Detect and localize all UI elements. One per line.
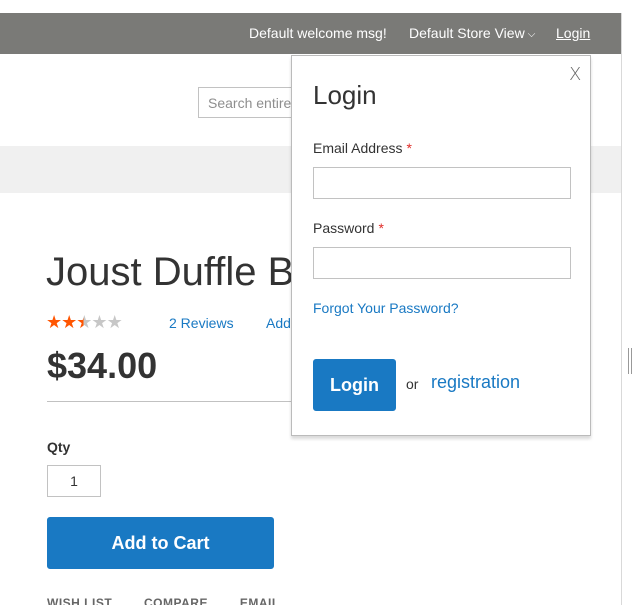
password-label-text: Password xyxy=(313,220,375,236)
page-edge-divider xyxy=(621,13,622,605)
login-link[interactable]: Login xyxy=(556,25,590,41)
email-field[interactable] xyxy=(313,167,571,199)
login-dropdown-title: Login xyxy=(313,80,377,110)
page: Default welcome msg! Default Store View ⌵… xyxy=(0,0,637,605)
password-label: Password * xyxy=(313,220,384,236)
star-empty-icon: ★ xyxy=(106,312,123,332)
product-title: Joust Duffle Bag xyxy=(46,250,296,294)
required-marker: * xyxy=(406,140,412,156)
star-empty-icon: ★ xyxy=(91,312,107,332)
product-actions: WISH LIST COMPARE EMAIL xyxy=(47,596,308,605)
login-dropdown: X Login Email Address * Password * Forgot … xyxy=(291,55,591,436)
reviews-link[interactable]: 2 Reviews xyxy=(169,315,234,331)
star-half-icon: ★ xyxy=(76,312,92,332)
compare-link[interactable]: COMPARE xyxy=(144,596,208,605)
password-field[interactable] xyxy=(313,247,571,279)
email-label-text: Email Address xyxy=(313,140,403,156)
email-link[interactable]: EMAIL xyxy=(240,596,280,605)
resize-handle[interactable] xyxy=(628,348,632,374)
store-view-switcher[interactable]: Default Store View ⌵ xyxy=(409,25,535,41)
top-bar: Default welcome msg! Default Store View ⌵… xyxy=(0,13,621,54)
add-to-cart-button[interactable]: Add to Cart xyxy=(47,517,274,569)
price-divider xyxy=(47,401,291,402)
store-view-label: Default Store View xyxy=(409,25,525,41)
add-review-link[interactable]: Add Your Review xyxy=(266,315,292,331)
registration-link[interactable]: registration xyxy=(431,372,520,393)
forgot-password-link[interactable]: Forgot Your Password? xyxy=(313,300,459,316)
welcome-message: Default welcome msg! xyxy=(249,25,387,41)
wishlist-link[interactable]: WISH LIST xyxy=(47,596,112,605)
qty-input[interactable] xyxy=(47,465,101,497)
email-label: Email Address * xyxy=(313,140,412,156)
required-marker: * xyxy=(378,220,384,236)
or-text: or xyxy=(406,376,419,392)
qty-label: Qty xyxy=(47,439,71,455)
star-full-icon: ★ xyxy=(46,312,62,332)
login-button[interactable]: Login xyxy=(313,359,396,411)
star-full-icon: ★ xyxy=(61,312,77,332)
chevron-down-icon: ⌵ xyxy=(527,29,536,40)
close-icon[interactable]: X xyxy=(569,64,581,85)
rating-stars: ★★★★★ xyxy=(46,312,123,333)
product-price: $34.00 xyxy=(47,345,158,386)
